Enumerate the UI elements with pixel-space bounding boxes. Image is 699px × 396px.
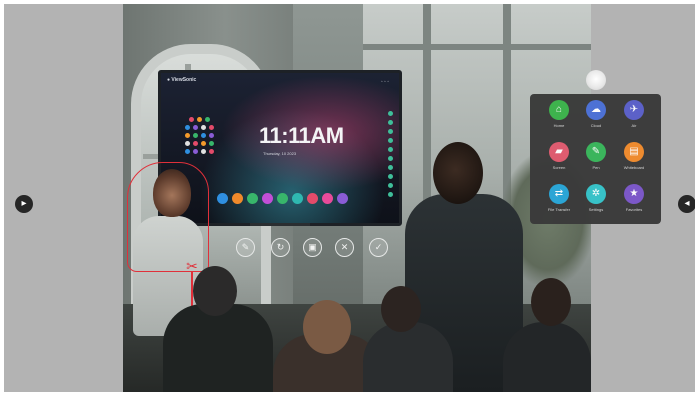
scissors-icon[interactable]: ✂ — [183, 258, 201, 274]
previous-arrow-icon[interactable]: ▸ — [15, 195, 33, 213]
display-date: Thursday, 10 2023 — [263, 151, 297, 156]
audience-head — [303, 300, 351, 354]
screen-icon: ▰ — [549, 142, 569, 162]
presentation-frame: ● ViewSonic ◦ ◦ ◦ 11:11AM Thursday, 10 2… — [4, 4, 695, 392]
launcher-toggle-button[interactable] — [586, 70, 606, 90]
launcher-app-label: File Transfer — [547, 207, 571, 212]
standing-man-head — [433, 142, 483, 204]
close-button[interactable]: ✕ — [335, 238, 354, 257]
classroom-photo: ● ViewSonic ◦ ◦ ◦ 11:11AM Thursday, 10 2… — [123, 4, 591, 392]
launcher-app-screen[interactable]: ▰ Screen — [538, 142, 580, 180]
launcher-app-settings[interactable]: ✲ Settings — [575, 184, 617, 222]
display-clock: 11:11AM — [259, 123, 344, 148]
display-dock-app — [232, 193, 243, 204]
display-app-dot — [197, 117, 202, 122]
window-frame-bar — [363, 44, 591, 50]
display-sidebar-icon — [388, 165, 393, 170]
audience-head — [531, 278, 571, 326]
file-transfer-icon: ⇄ — [549, 184, 569, 204]
app-launcher-panel: ⌂ Home ☁ Cloud ✈ Air ▰ Screen ✎ Pen ▤ Whiteboard ⇄ Fi… — [530, 94, 661, 224]
display-app-dot — [193, 149, 198, 154]
rotate-button[interactable]: ↻ — [271, 238, 290, 257]
launcher-app-label: Whiteboard — [623, 165, 645, 170]
display-app-dot — [193, 141, 198, 146]
display-brand: ● ViewSonic — [167, 77, 197, 83]
audience-member — [163, 304, 273, 392]
display-sidebar-icon — [388, 129, 393, 134]
display-app-dot — [193, 125, 198, 130]
display-app-dot — [209, 149, 214, 154]
audience-head — [381, 286, 421, 332]
display-app-dot — [201, 133, 206, 138]
display-app-dot — [185, 125, 190, 130]
display-dock-app — [247, 193, 258, 204]
audience-member — [503, 322, 591, 392]
display-dock-app — [322, 193, 333, 204]
favorites-icon: ★ — [624, 184, 644, 204]
display-app-dot — [185, 149, 190, 154]
launcher-app-label: Home — [553, 123, 565, 128]
cloud-icon: ☁ — [586, 100, 606, 120]
launcher-app-cloud[interactable]: ☁ Cloud — [575, 100, 617, 138]
launcher-app-pen[interactable]: ✎ Pen — [575, 142, 617, 180]
display-sidebar-icon — [388, 183, 393, 188]
display-status-icons: ◦ ◦ ◦ — [380, 79, 389, 85]
pen-icon: ✎ — [586, 142, 606, 162]
confirm-button[interactable]: ✓ — [369, 238, 388, 257]
display-app-dot — [189, 117, 194, 122]
display-app-dot — [193, 133, 198, 138]
launcher-app-label: Pen — [592, 165, 600, 170]
edit-photo-button[interactable]: ✎ — [236, 238, 255, 257]
display-sidebar-icon — [388, 111, 393, 116]
whiteboard-icon: ▤ — [624, 142, 644, 162]
display-dock-app — [337, 193, 348, 204]
display-app-dot — [205, 117, 210, 122]
display-dock-app — [292, 193, 303, 204]
display-app-dot — [209, 125, 214, 130]
launcher-app-whiteboard[interactable]: ▤ Whiteboard — [613, 142, 655, 180]
display-dock-app — [217, 193, 228, 204]
cutout-selection-outline[interactable] — [127, 162, 209, 272]
launcher-app-air[interactable]: ✈ Air — [613, 100, 655, 138]
launcher-app-label: Favorites — [625, 207, 643, 212]
launcher-app-label: Cloud — [590, 123, 602, 128]
display-app-dot — [185, 133, 190, 138]
home-icon: ⌂ — [549, 100, 569, 120]
launcher-app-label: Air — [631, 123, 637, 128]
display-sidebar-icon — [388, 192, 393, 197]
launcher-app-favorites[interactable]: ★ Favorites — [613, 184, 655, 222]
display-app-dot — [201, 149, 206, 154]
audience-head — [193, 266, 237, 316]
display-app-dot — [209, 141, 214, 146]
display-app-dot — [201, 141, 206, 146]
launcher-app-label: Screen — [552, 165, 566, 170]
display-app-dot — [185, 141, 190, 146]
display-sidebar-icon — [388, 156, 393, 161]
display-app-dot — [209, 133, 214, 138]
display-dock-app — [307, 193, 318, 204]
display-sidebar-icon — [388, 147, 393, 152]
next-arrow-icon[interactable]: ◂ — [678, 195, 695, 213]
display-app-dot — [201, 125, 206, 130]
settings-icon: ✲ — [586, 184, 606, 204]
display-sidebar-icon — [388, 138, 393, 143]
launcher-app-label: Settings — [588, 207, 604, 212]
launcher-app-file-transfer[interactable]: ⇄ File Transfer — [538, 184, 580, 222]
display-stand — [250, 223, 310, 226]
display-dock-app — [262, 193, 273, 204]
air-icon: ✈ — [624, 100, 644, 120]
audience-member — [363, 322, 453, 392]
display-sidebar-icon — [388, 174, 393, 179]
display-sidebar-icon — [388, 120, 393, 125]
display-dock-app — [277, 193, 288, 204]
launcher-app-home[interactable]: ⌂ Home — [538, 100, 580, 138]
crop-button[interactable]: ▣ — [303, 238, 322, 257]
